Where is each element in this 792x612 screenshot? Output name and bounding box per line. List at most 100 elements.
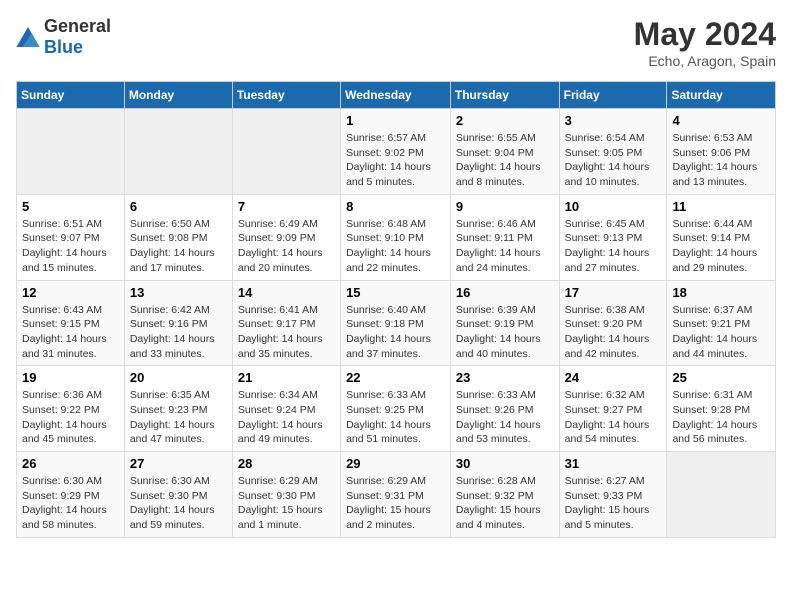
day-info: Sunrise: 6:34 AMSunset: 9:24 PMDaylight:… [238,388,335,447]
calendar-title: May 2024 [634,16,776,53]
day-cell: 10 Sunrise: 6:45 AMSunset: 9:13 PMDayligh… [559,194,667,280]
day-number: 9 [456,199,554,214]
day-cell: 1Sunrise: 6:57 AMSunset: 9:02 PMDaylight… [341,109,451,195]
day-cell: 5 Sunrise: 6:51 AMSunset: 9:07 PMDaylight… [17,194,125,280]
day-info: Sunrise: 6:40 AMSunset: 9:18 PMDaylight:… [346,303,445,362]
day-info: Sunrise: 6:46 AMSunset: 9:11 PMDaylight:… [456,217,554,276]
day-info: Sunrise: 6:33 AMSunset: 9:26 PMDaylight:… [456,388,554,447]
day-info: Sunrise: 6:31 AMSunset: 9:28 PMDaylight:… [672,388,770,447]
week-row-3: 12Sunrise: 6:43 AMSunset: 9:15 PMDayligh… [17,280,776,366]
day-number: 29 [346,456,445,471]
day-number: 1 [346,113,445,128]
day-info: Sunrise: 6:27 AMSunset: 9:33 PMDaylight:… [565,474,662,533]
day-info: Sunrise: 6:55 AMSunset: 9:04 PMDaylight:… [456,131,554,190]
day-cell: 7 Sunrise: 6:49 AMSunset: 9:09 PMDaylight… [232,194,340,280]
day-cell: 6 Sunrise: 6:50 AMSunset: 9:08 PMDaylight… [124,194,232,280]
day-info: Sunrise: 6:41 AMSunset: 9:17 PMDaylight:… [238,303,335,362]
day-number: 30 [456,456,554,471]
day-number: 26 [22,456,119,471]
day-info: Sunrise: 6:30 AMSunset: 9:30 PMDaylight:… [130,474,227,533]
calendar-table: SundayMondayTuesdayWednesdayThursdayFrid… [16,81,776,538]
week-row-2: 5 Sunrise: 6:51 AMSunset: 9:07 PMDaylight… [17,194,776,280]
col-header-monday: Monday [124,82,232,109]
day-info: Sunrise: 6:36 AMSunset: 9:22 PMDaylight:… [22,388,119,447]
day-cell: 11 Sunrise: 6:44 AMSunset: 9:14 PMDayligh… [667,194,776,280]
day-number: 16 [456,285,554,300]
day-number: 13 [130,285,227,300]
day-cell: 4 Sunrise: 6:53 AMSunset: 9:06 PMDaylight… [667,109,776,195]
day-number: 24 [565,370,662,385]
col-header-friday: Friday [559,82,667,109]
day-cell: 3Sunrise: 6:54 AMSunset: 9:05 PMDaylight… [559,109,667,195]
day-info: Sunrise: 6:51 AMSunset: 9:07 PMDaylight:… [22,217,119,276]
day-number: 7 [238,199,335,214]
day-cell: 13 Sunrise: 6:42 AMSunset: 9:16 PMDayligh… [124,280,232,366]
calendar-subtitle: Echo, Aragon, Spain [634,53,776,69]
day-cell: 28 Sunrise: 6:29 AMSunset: 9:30 PMDayligh… [232,452,340,538]
day-cell [124,109,232,195]
day-number: 31 [565,456,662,471]
day-info: Sunrise: 6:44 AMSunset: 9:14 PMDaylight:… [672,217,770,276]
title-block: May 2024 Echo, Aragon, Spain [634,16,776,69]
day-info: Sunrise: 6:49 AMSunset: 9:09 PMDaylight:… [238,217,335,276]
day-number: 5 [22,199,119,214]
logo-icon [16,27,40,47]
day-number: 17 [565,285,662,300]
day-info: Sunrise: 6:37 AMSunset: 9:21 PMDaylight:… [672,303,770,362]
day-number: 28 [238,456,335,471]
col-header-thursday: Thursday [450,82,559,109]
day-info: Sunrise: 6:45 AMSunset: 9:13 PMDaylight:… [565,217,662,276]
day-number: 2 [456,113,554,128]
col-header-tuesday: Tuesday [232,82,340,109]
day-cell [232,109,340,195]
day-cell: 27Sunrise: 6:30 AMSunset: 9:30 PMDayligh… [124,452,232,538]
day-cell: 26 Sunrise: 6:30 AMSunset: 9:29 PMDayligh… [17,452,125,538]
day-info: Sunrise: 6:33 AMSunset: 9:25 PMDaylight:… [346,388,445,447]
day-number: 18 [672,285,770,300]
day-info: Sunrise: 6:29 AMSunset: 9:30 PMDaylight:… [238,474,335,533]
day-cell: 29 Sunrise: 6:29 AMSunset: 9:31 PMDayligh… [341,452,451,538]
day-number: 22 [346,370,445,385]
day-number: 23 [456,370,554,385]
day-cell [667,452,776,538]
day-info: Sunrise: 6:32 AMSunset: 9:27 PMDaylight:… [565,388,662,447]
logo-general: General [44,16,111,36]
day-cell: 14 Sunrise: 6:41 AMSunset: 9:17 PMDayligh… [232,280,340,366]
day-info: Sunrise: 6:28 AMSunset: 9:32 PMDaylight:… [456,474,554,533]
week-row-5: 26 Sunrise: 6:30 AMSunset: 9:29 PMDayligh… [17,452,776,538]
day-cell: 2 Sunrise: 6:55 AMSunset: 9:04 PMDaylight… [450,109,559,195]
day-cell: 20 Sunrise: 6:35 AMSunset: 9:23 PMDayligh… [124,366,232,452]
day-cell: 22 Sunrise: 6:33 AMSunset: 9:25 PMDayligh… [341,366,451,452]
day-info: Sunrise: 6:42 AMSunset: 9:16 PMDaylight:… [130,303,227,362]
day-info: Sunrise: 6:30 AMSunset: 9:29 PMDaylight:… [22,474,119,533]
day-number: 4 [672,113,770,128]
day-number: 11 [672,199,770,214]
week-row-4: 19 Sunrise: 6:36 AMSunset: 9:22 PMDayligh… [17,366,776,452]
day-number: 14 [238,285,335,300]
day-cell: 24 Sunrise: 6:32 AMSunset: 9:27 PMDayligh… [559,366,667,452]
day-number: 20 [130,370,227,385]
day-cell: 23 Sunrise: 6:33 AMSunset: 9:26 PMDayligh… [450,366,559,452]
day-cell: 15 Sunrise: 6:40 AMSunset: 9:18 PMDayligh… [341,280,451,366]
week-row-1: 1Sunrise: 6:57 AMSunset: 9:02 PMDaylight… [17,109,776,195]
day-number: 21 [238,370,335,385]
day-cell: 9 Sunrise: 6:46 AMSunset: 9:11 PMDaylight… [450,194,559,280]
day-number: 6 [130,199,227,214]
day-cell: 12Sunrise: 6:43 AMSunset: 9:15 PMDayligh… [17,280,125,366]
col-header-wednesday: Wednesday [341,82,451,109]
day-info: Sunrise: 6:35 AMSunset: 9:23 PMDaylight:… [130,388,227,447]
day-number: 15 [346,285,445,300]
page-header: General Blue May 2024 Echo, Aragon, Spai… [16,16,776,69]
day-number: 19 [22,370,119,385]
header-row: SundayMondayTuesdayWednesdayThursdayFrid… [17,82,776,109]
col-header-saturday: Saturday [667,82,776,109]
day-info: Sunrise: 6:53 AMSunset: 9:06 PMDaylight:… [672,131,770,190]
day-info: Sunrise: 6:29 AMSunset: 9:31 PMDaylight:… [346,474,445,533]
col-header-sunday: Sunday [17,82,125,109]
day-info: Sunrise: 6:39 AMSunset: 9:19 PMDaylight:… [456,303,554,362]
day-number: 3 [565,113,662,128]
day-cell: 21 Sunrise: 6:34 AMSunset: 9:24 PMDayligh… [232,366,340,452]
day-cell: 31 Sunrise: 6:27 AMSunset: 9:33 PMDayligh… [559,452,667,538]
day-number: 10 [565,199,662,214]
day-info: Sunrise: 6:50 AMSunset: 9:08 PMDaylight:… [130,217,227,276]
